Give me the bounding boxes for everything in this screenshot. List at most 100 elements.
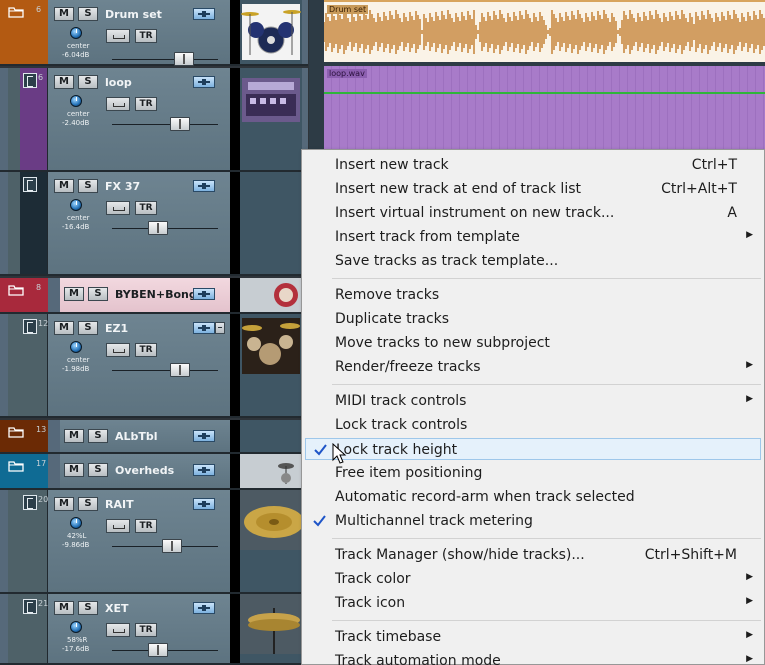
routing-button[interactable] (193, 288, 215, 300)
solo-button[interactable]: S (88, 429, 108, 443)
menu-item-track-automation-mode[interactable]: Track automation mode ▶ (305, 650, 761, 665)
track-name[interactable]: BYBEN+Bong (115, 288, 197, 301)
mute-button[interactable]: M (64, 287, 84, 301)
track-overheds[interactable]: 17 M S Overheds (0, 454, 308, 490)
track-name[interactable]: Drum set (105, 8, 162, 21)
routing-button[interactable] (193, 498, 215, 510)
routing-button[interactable] (193, 180, 215, 192)
folder-child-icon[interactable] (23, 73, 37, 88)
folder-icon[interactable] (8, 284, 24, 296)
folder-icon[interactable] (8, 426, 24, 438)
volume-fader[interactable] (170, 363, 190, 377)
folder-child-icon[interactable] (23, 177, 37, 192)
menu-item-free-item-positioning[interactable]: Free item positioning (305, 462, 761, 484)
solo-button[interactable]: S (78, 179, 98, 193)
mute-button[interactable]: M (54, 179, 74, 193)
solo-button[interactable]: S (78, 497, 98, 511)
track-xet[interactable]: 21 M S XET 58%R -17.6dB TR (0, 594, 308, 665)
track-name[interactable]: RAIT (105, 498, 134, 511)
trim-button[interactable]: TR (135, 343, 157, 357)
solo-button[interactable]: S (78, 321, 98, 335)
track-name[interactable]: Overheds (115, 464, 174, 477)
menu-item-lock-track-controls[interactable]: Lock track controls (305, 414, 761, 436)
track-rait[interactable]: 20 M S RAIT 42%L -9.86dB TR (0, 490, 308, 594)
drum-set-lane[interactable]: Drum set (324, 0, 765, 62)
menu-item-track-timebase[interactable]: Track timebase ▶ (305, 626, 761, 648)
routing-button[interactable] (193, 464, 215, 476)
trim-button[interactable]: TR (135, 623, 157, 637)
solo-button[interactable]: S (78, 75, 98, 89)
trim-button[interactable]: TR (135, 519, 157, 533)
track-icon-image[interactable] (240, 172, 302, 274)
track-icon-image[interactable] (240, 454, 302, 488)
trim-button[interactable]: TR (135, 201, 157, 215)
pan-knob[interactable] (70, 199, 82, 211)
pan-knob[interactable] (70, 517, 82, 529)
pan-knob[interactable] (70, 95, 82, 107)
mute-button[interactable]: M (64, 463, 84, 477)
volume-fader[interactable] (170, 117, 190, 131)
io-button[interactable] (106, 201, 130, 215)
trim-button[interactable]: TR (135, 29, 157, 43)
folder-icon[interactable] (8, 460, 24, 472)
menu-item-track-manager-show-hide-tracks[interactable]: Track Manager (show/hide tracks)... Ctrl+… (305, 544, 761, 566)
routing-button[interactable] (193, 602, 215, 614)
track-fx-37[interactable]: M S FX 37 center -16.4dB TR (0, 172, 308, 276)
mute-button[interactable]: M (54, 601, 74, 615)
io-button[interactable] (106, 97, 130, 111)
menu-item-multichannel-track-metering[interactable]: Multichannel track metering (305, 510, 761, 532)
track-icon-image[interactable] (240, 278, 302, 312)
io-button[interactable] (106, 623, 130, 637)
track-name[interactable]: EZ1 (105, 322, 128, 335)
solo-button[interactable]: S (88, 463, 108, 477)
menu-item-insert-new-track[interactable]: Insert new track Ctrl+T (305, 154, 761, 176)
folder-child-icon[interactable] (23, 599, 37, 614)
menu-item-midi-track-controls[interactable]: MIDI track controls ▶ (305, 390, 761, 412)
track-name[interactable]: loop (105, 76, 132, 89)
drum-set-item[interactable]: Drum set (324, 0, 765, 62)
io-button[interactable] (106, 519, 130, 533)
routing-button[interactable] (193, 8, 215, 20)
mute-button[interactable]: M (54, 7, 74, 21)
pan-knob[interactable] (70, 27, 82, 39)
track-icon-image[interactable] (240, 314, 302, 416)
menu-item-insert-virtual-instrument-on-new-track[interactable]: Insert virtual instrument on new track..… (305, 202, 761, 224)
track-icon-image[interactable] (240, 420, 302, 452)
track-icon-image[interactable] (240, 490, 302, 592)
solo-button[interactable]: S (88, 287, 108, 301)
menu-item-move-tracks-to-new-subproject[interactable]: Move tracks to new subproject (305, 332, 761, 354)
menu-item-track-icon[interactable]: Track icon ▶ (305, 592, 761, 614)
menu-item-automatic-record-arm-when-track-selected[interactable]: Automatic record-arm when track selected (305, 486, 761, 508)
io-button[interactable] (106, 29, 130, 43)
track-byben-bong[interactable]: 8 M S BYBEN+Bong (0, 278, 308, 314)
pan-knob[interactable] (70, 341, 82, 353)
solo-button[interactable]: S (78, 601, 98, 615)
menu-item-save-tracks-as-track-template[interactable]: Save tracks as track template... (305, 250, 761, 272)
track-ez1[interactable]: 12 M S EZ1 center -1.98dB TR (0, 314, 308, 418)
menu-item-lock-track-height[interactable]: Lock track height (305, 438, 761, 460)
menu-item-insert-new-track-at-end-of-track-list[interactable]: Insert new track at end of track list Ctr… (305, 178, 761, 200)
folder-child-icon[interactable] (23, 319, 37, 334)
track-icon-image[interactable] (240, 68, 302, 170)
mute-button[interactable]: M (54, 321, 74, 335)
pan-knob[interactable] (70, 621, 82, 633)
track-name[interactable]: ALbTbl (115, 430, 158, 443)
menu-item-insert-track-from-template[interactable]: Insert track from template ▶ (305, 226, 761, 248)
mute-button[interactable]: M (54, 75, 74, 89)
menu-item-duplicate-tracks[interactable]: Duplicate tracks (305, 308, 761, 330)
track-icon-image[interactable] (240, 594, 302, 663)
volume-fader[interactable] (174, 52, 194, 66)
volume-fader[interactable] (148, 221, 168, 235)
menu-item-remove-tracks[interactable]: Remove tracks (305, 284, 761, 306)
io-button[interactable] (106, 343, 130, 357)
routing-button[interactable] (193, 322, 215, 334)
menu-item-render-freeze-tracks[interactable]: Render/freeze tracks ▶ (305, 356, 761, 378)
menu-item-track-color[interactable]: Track color ▶ (305, 568, 761, 590)
solo-button[interactable]: S (78, 7, 98, 21)
track-name[interactable]: XET (105, 602, 129, 615)
volume-fader[interactable] (148, 643, 168, 657)
phase-button[interactable] (215, 322, 225, 334)
folder-child-icon[interactable] (23, 495, 37, 510)
trim-button[interactable]: TR (135, 97, 157, 111)
mute-button[interactable]: M (54, 497, 74, 511)
